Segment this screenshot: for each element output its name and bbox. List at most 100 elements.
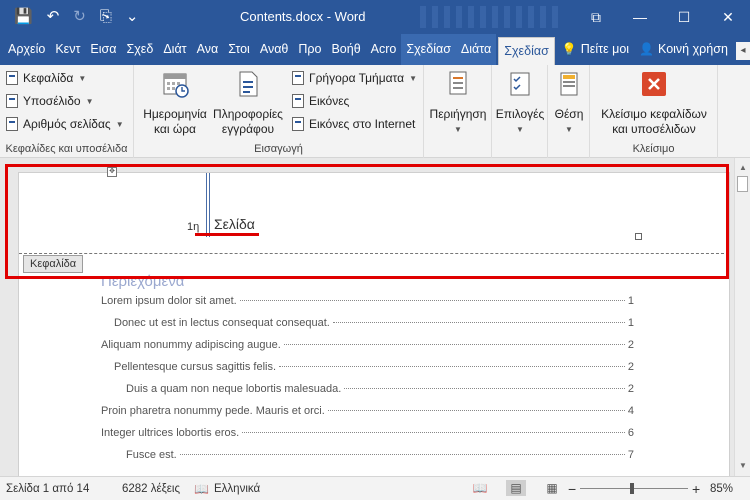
document-page[interactable]: ✥ 1η Σελίδα Κεφαλίδα Περιεχόμενα Lorem i… bbox=[18, 167, 730, 476]
zoom-in-button[interactable]: + bbox=[692, 477, 700, 500]
toc-entry[interactable]: Aliquam nonummy adipiscing augue. 2 bbox=[101, 339, 634, 351]
tab-insert[interactable]: Εισα bbox=[85, 34, 121, 65]
lightbulb-icon: 💡 bbox=[561, 42, 577, 56]
navigation-button[interactable]: Περιήγηση ▼ bbox=[426, 69, 490, 137]
minimize-button[interactable]: — bbox=[618, 0, 662, 34]
tab-review[interactable]: Αναθ bbox=[255, 34, 294, 65]
document-info-button[interactable]: Πληροφορίες εγγράφου bbox=[212, 69, 284, 137]
tell-me-search[interactable]: 💡 Πείτε μοι bbox=[557, 34, 634, 65]
pictures-button[interactable]: Εικόνες bbox=[292, 94, 349, 108]
scroll-thumb[interactable] bbox=[737, 176, 748, 192]
toc-entry[interactable]: Donec ut est in lectus consequat consequ… bbox=[114, 317, 634, 329]
header-tag: Κεφαλίδα bbox=[23, 255, 84, 273]
proofing-icon[interactable]: 📖 bbox=[194, 477, 209, 500]
header-column-marker bbox=[206, 173, 210, 237]
web-layout-icon[interactable]: ▦ bbox=[542, 480, 562, 496]
toc-leader bbox=[283, 344, 625, 345]
language[interactable]: Ελληνικά bbox=[214, 477, 260, 500]
scroll-up-icon[interactable]: ▲ bbox=[735, 160, 750, 176]
header-icon bbox=[6, 71, 18, 85]
chevron-down-icon: ▼ bbox=[454, 125, 462, 134]
toc-entry-text: Pellentesque cursus sagittis felis. bbox=[114, 361, 277, 373]
save-icon[interactable]: 💾 bbox=[14, 0, 33, 34]
position-label: Θέση bbox=[554, 107, 584, 121]
zoom-slider[interactable] bbox=[580, 488, 688, 489]
toc-entry[interactable]: Lorem ipsum dolor sit amet. 1 bbox=[101, 295, 634, 307]
page-number-dropdown[interactable]: Αριθμός σελίδας ▼ bbox=[6, 117, 124, 131]
customize-qat-icon[interactable]: ⌄ bbox=[126, 0, 139, 34]
online-pictures-label: Εικόνες στο Internet bbox=[309, 117, 416, 131]
ribbon-display-button[interactable]: ⧉ bbox=[574, 0, 618, 34]
close-window-button[interactable]: ✕ bbox=[706, 0, 750, 34]
tab-mailings[interactable]: Στοι bbox=[223, 34, 255, 65]
toc-entry-page: 1 bbox=[627, 317, 634, 329]
page-number-label: Αριθμός σελίδας bbox=[23, 117, 111, 131]
title-decoration bbox=[420, 6, 560, 28]
close-header-footer-button[interactable]: Κλείσιμο κεφαλίδων και υποσέλιδων bbox=[590, 69, 718, 137]
group-label-insert: Εισαγωγή bbox=[254, 143, 303, 155]
options-button[interactable]: Επιλογές ▼ bbox=[494, 69, 546, 137]
group-header-footer: Κεφαλίδα ▼ Υποσέλιδο ▼ Αριθμός σελίδας ▼… bbox=[0, 65, 134, 158]
zoom-out-button[interactable]: − bbox=[568, 477, 576, 500]
scroll-down-icon[interactable]: ▼ bbox=[735, 458, 750, 474]
date-time-label-2: και ώρα bbox=[154, 122, 196, 136]
zoom-level[interactable]: 85% bbox=[710, 477, 733, 500]
group-navigation: Περιήγηση ▼ bbox=[424, 65, 492, 158]
tell-me-label: Πείτε μοι bbox=[580, 42, 630, 56]
title-bar: 💾 ↶ ↻ ⎘ ⌄ Contents.docx - Word ⧉ — ☐ ✕ bbox=[0, 0, 750, 34]
globe-picture-icon bbox=[292, 117, 304, 131]
zoom-slider-thumb[interactable] bbox=[630, 483, 634, 494]
table-move-handle-icon[interactable]: ✥ bbox=[107, 167, 117, 177]
redo-icon[interactable]: ↻ bbox=[73, 0, 86, 34]
toc-entry[interactable]: Integer ultrices lobortis eros. 6 bbox=[101, 427, 634, 439]
maximize-button[interactable]: ☐ bbox=[662, 0, 706, 34]
page-count[interactable]: Σελίδα 1 από 14 bbox=[6, 477, 89, 500]
chevron-down-icon: ▼ bbox=[409, 73, 417, 83]
toc-entry[interactable]: Pellentesque cursus sagittis felis. 2 bbox=[114, 361, 634, 373]
tab-references[interactable]: Ανα bbox=[192, 34, 224, 65]
position-button[interactable]: Θέση ▼ bbox=[550, 69, 588, 137]
toc-entry-text: Aliquam nonummy adipiscing augue. bbox=[101, 339, 281, 351]
copy-format-icon[interactable]: ⎘ bbox=[100, 0, 112, 34]
online-pictures-button[interactable]: Εικόνες στο Internet bbox=[292, 117, 415, 131]
toc-entry-text: Fusce est. bbox=[126, 449, 177, 461]
resize-handle[interactable] bbox=[635, 233, 642, 240]
tab-table-layout[interactable]: Διάτα bbox=[455, 34, 497, 65]
header-separator bbox=[19, 253, 729, 254]
header-dropdown[interactable]: Κεφαλίδα ▼ bbox=[6, 71, 86, 85]
print-layout-icon[interactable]: ▤ bbox=[506, 480, 526, 496]
tab-table-design[interactable]: Σχεδίασ bbox=[401, 34, 456, 65]
vertical-scrollbar[interactable]: ▲ ▼ bbox=[734, 158, 750, 476]
toc-leader bbox=[239, 300, 625, 301]
tab-help[interactable]: Βοήθ bbox=[326, 34, 365, 65]
document-info-label-2: εγγράφου bbox=[221, 122, 275, 136]
tab-acrobat[interactable]: Acro bbox=[366, 34, 402, 65]
quick-parts-icon bbox=[292, 71, 304, 85]
read-mode-icon[interactable]: 📖 bbox=[470, 480, 490, 496]
tab-header-footer-design[interactable]: Σχεδίασ bbox=[498, 37, 555, 65]
ribbon: Κεφαλίδα ▼ Υποσέλιδο ▼ Αριθμός σελίδας ▼… bbox=[0, 65, 750, 158]
share-button[interactable]: 👤 Κοινή χρήση bbox=[634, 34, 733, 65]
tab-home[interactable]: Κεντ bbox=[50, 34, 85, 65]
tab-layout[interactable]: Διάτ bbox=[158, 34, 191, 65]
toc-entry-page: 7 bbox=[627, 449, 634, 461]
word-count[interactable]: 6282 λέξεις bbox=[122, 477, 180, 500]
toc-entry-text: Lorem ipsum dolor sit amet. bbox=[101, 295, 237, 307]
date-time-label-1: Ημερομηνία bbox=[143, 107, 207, 121]
quick-parts-dropdown[interactable]: Γρήγορα Τμήματα ▼ bbox=[292, 71, 417, 85]
toc-entry-text: Integer ultrices lobortis eros. bbox=[101, 427, 240, 439]
toc-entry[interactable]: Fusce est. 7 bbox=[126, 449, 634, 461]
header-label: Κεφαλίδα bbox=[23, 71, 74, 85]
tabs-scroll-button[interactable]: ◂ bbox=[736, 42, 750, 60]
header-text[interactable]: Σελίδα bbox=[214, 216, 255, 232]
undo-icon[interactable]: ↶ bbox=[47, 0, 60, 34]
tab-design[interactable]: Σχεδ bbox=[121, 34, 158, 65]
date-time-button[interactable]: Ημερομηνία και ώρα bbox=[140, 69, 210, 137]
toc-entry[interactable]: Duis a quam non neque lobortis malesuada… bbox=[126, 383, 634, 395]
document-area[interactable]: ✥ 1η Σελίδα Κεφαλίδα Περιεχόμενα Lorem i… bbox=[0, 158, 734, 476]
footer-dropdown[interactable]: Υποσέλιδο ▼ bbox=[6, 94, 93, 108]
tab-file[interactable]: Αρχείο bbox=[0, 34, 50, 65]
toc-entry[interactable]: Proin pharetra nonummy pede. Mauris et o… bbox=[101, 405, 634, 417]
navigation-label: Περιήγηση bbox=[429, 107, 487, 121]
tab-view[interactable]: Προ bbox=[293, 34, 326, 65]
